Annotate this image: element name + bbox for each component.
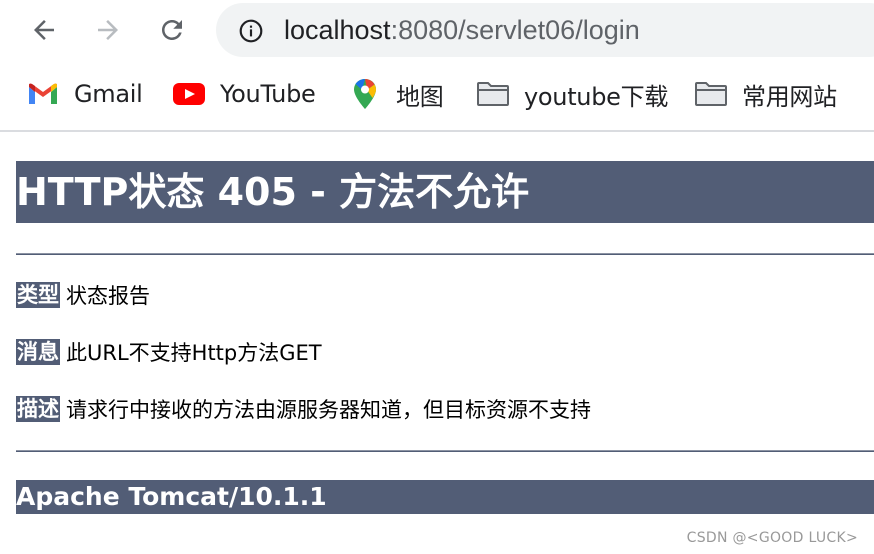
bookmark-label: Gmail: [74, 80, 143, 108]
row-value: 请求行中接收的方法由源服务器知道，但目标资源不支持: [66, 398, 591, 422]
bookmark-youtube[interactable]: YouTube: [172, 78, 316, 110]
description-row: 描述 请求行中接收的方法由源服务器知道，但目标资源不支持: [16, 394, 591, 424]
url-text[interactable]: localhost:8080/servlet06/login: [284, 15, 640, 45]
site-info-icon[interactable]: [238, 18, 264, 49]
back-button[interactable]: [26, 12, 62, 48]
back-arrow-icon: [34, 20, 54, 40]
row-value: 状态报告: [66, 284, 150, 308]
report-type-row: 类型 状态报告: [16, 280, 150, 310]
bookmark-gmail[interactable]: Gmail: [26, 78, 143, 110]
folder-icon: [694, 80, 728, 108]
url-path: :8080/servlet06/login: [390, 15, 640, 45]
bookmark-maps[interactable]: 地图: [348, 78, 444, 111]
bookmark-label: 常用网站: [742, 82, 837, 111]
bookmark-folder-common-sites[interactable]: 常用网站: [694, 78, 837, 111]
bookmark-label: youtube下载: [524, 82, 669, 111]
browser-toolbar: localhost:8080/servlet06/login: [0, 0, 874, 62]
forward-button[interactable]: [90, 12, 126, 48]
forward-arrow-icon: [98, 20, 118, 40]
divider: [16, 450, 874, 452]
reload-icon: [162, 20, 182, 40]
row-value: 此URL不支持Http方法GET: [66, 341, 322, 365]
row-key: 类型: [16, 282, 60, 308]
divider: [16, 253, 874, 255]
page-title: HTTP状态 405 - 方法不允许: [16, 161, 874, 223]
watermark: CSDN @<GOOD LUCK>: [686, 530, 858, 546]
folder-icon: [476, 80, 510, 108]
maps-icon: [348, 79, 382, 109]
gmail-icon: [26, 80, 60, 108]
toolbar-divider: [0, 130, 874, 132]
bookmark-folder-youtube-download[interactable]: youtube下载: [476, 78, 669, 111]
bookmarks-bar: Gmail YouTube 地图 youtube下载 常用网站: [0, 70, 874, 118]
bookmark-label: 地图: [396, 82, 444, 111]
message-row: 消息 此URL不支持Http方法GET: [16, 337, 322, 367]
error-page: HTTP状态 405 - 方法不允许 类型 状态报告 消息 此URL不支持Htt…: [16, 161, 874, 514]
url-host: localhost: [284, 15, 391, 45]
server-version: Apache Tomcat/10.1.1: [16, 480, 874, 514]
row-key: 消息: [16, 339, 60, 365]
youtube-icon: [172, 80, 206, 108]
reload-button[interactable]: [154, 12, 190, 48]
bookmark-label: YouTube: [220, 80, 316, 108]
row-key: 描述: [16, 396, 60, 422]
address-bar[interactable]: localhost:8080/servlet06/login: [216, 3, 874, 57]
